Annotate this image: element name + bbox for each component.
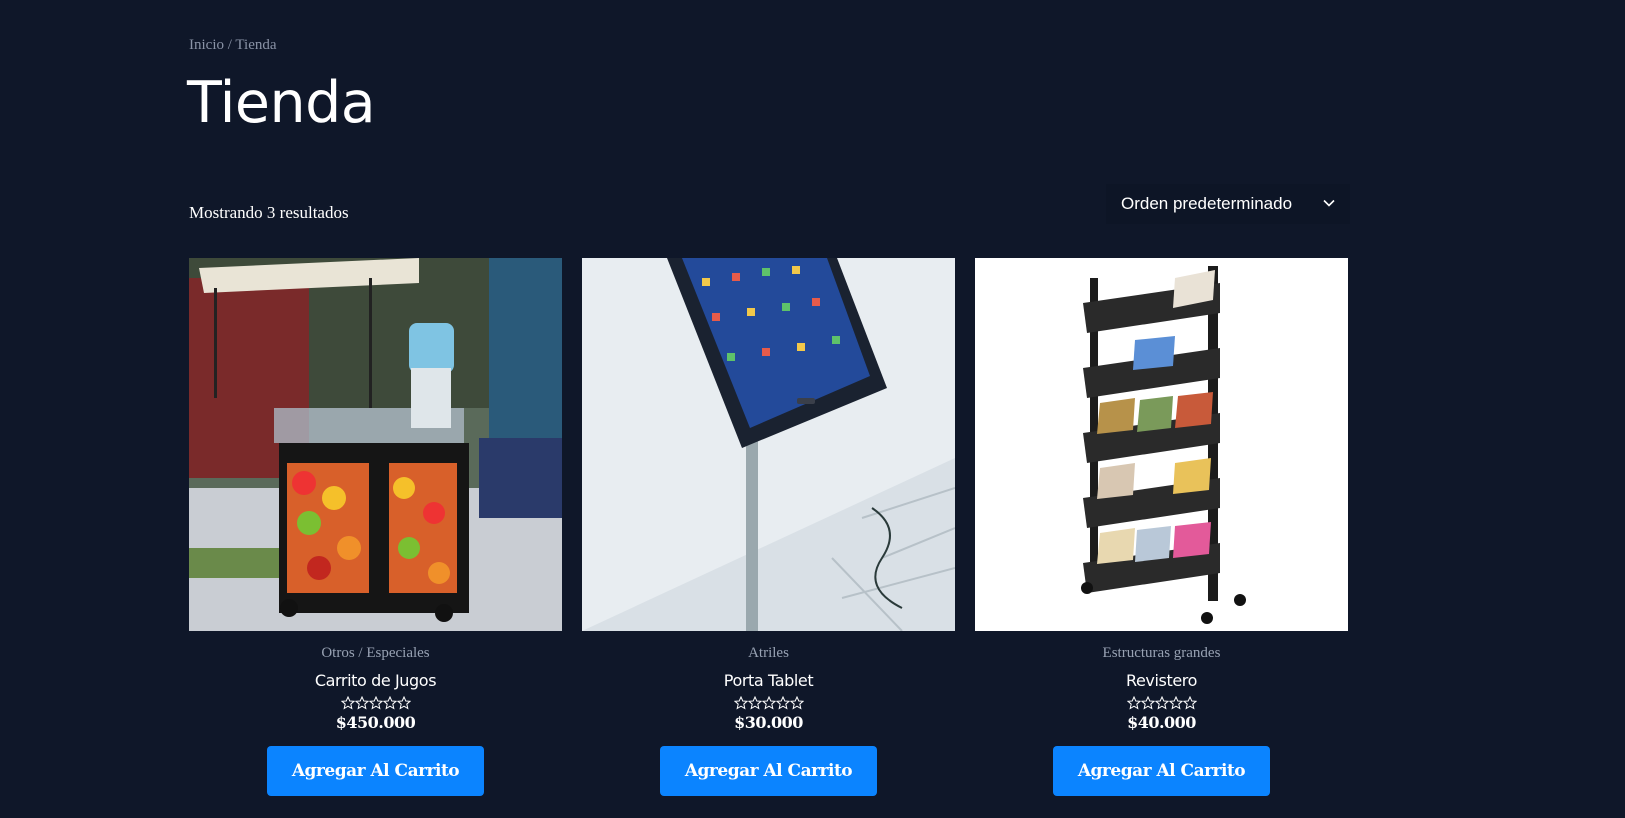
ordering-select[interactable]: Orden predeterminado [1106,184,1350,224]
product-price: $30.000 [734,713,803,732]
result-count: Mostrando 3 resultados [189,203,349,222]
product-category[interactable]: Atriles [748,645,789,662]
product-card: Atriles Porta Tablet $30.000 Agregar Al … [582,258,955,796]
breadcrumb-separator: / [224,37,236,53]
star-icon [354,696,369,710]
add-to-cart-button[interactable]: Agregar Al Carrito [659,746,878,796]
product-image-juice-cart[interactable] [189,258,562,631]
magazine-rack-illustration [975,258,1348,631]
product-name[interactable]: Revistero [1126,671,1197,690]
product-card: Otros / Especiales Carrito de Jugos $450… [189,258,562,796]
product-name[interactable]: Porta Tablet [724,671,814,690]
breadcrumb: Inicio / Tienda [189,37,277,54]
star-icon [1140,696,1155,710]
breadcrumb-home-link[interactable]: Inicio [189,37,224,53]
product-card: Estructuras grandes Revistero $40.000 Ag… [975,258,1348,796]
star-icon [789,696,804,710]
product-category[interactable]: Otros / Especiales [321,645,429,662]
breadcrumb-current: Tienda [235,37,277,53]
juice-cart-illustration [189,258,562,631]
product-price: $450.000 [335,713,416,732]
star-icon [396,696,411,710]
star-icon [1154,696,1169,710]
star-icon [340,696,355,710]
ordering-selected-value: Orden predeterminado [1121,194,1293,213]
star-icon [382,696,397,710]
product-image-magazine-rack[interactable] [975,258,1348,631]
add-to-cart-button[interactable]: Agregar Al Carrito [1052,746,1271,796]
star-icon [761,696,776,710]
star-icon [368,696,383,710]
star-icon [733,696,748,710]
product-grid: Otros / Especiales Carrito de Jugos $450… [189,258,1348,796]
star-rating [733,696,804,710]
page-title: Tienda [187,70,376,136]
chevron-down-icon [1323,199,1335,207]
star-icon [1168,696,1183,710]
star-icon [1182,696,1197,710]
star-rating [340,696,411,710]
product-name[interactable]: Carrito de Jugos [315,671,437,690]
add-to-cart-button[interactable]: Agregar Al Carrito [266,746,485,796]
tablet-stand-illustration [582,258,955,631]
star-icon [1126,696,1141,710]
star-rating [1126,696,1197,710]
product-image-tablet-stand[interactable] [582,258,955,631]
star-icon [775,696,790,710]
star-icon [747,696,762,710]
product-price: $40.000 [1127,713,1196,732]
product-category[interactable]: Estructuras grandes [1103,645,1221,662]
